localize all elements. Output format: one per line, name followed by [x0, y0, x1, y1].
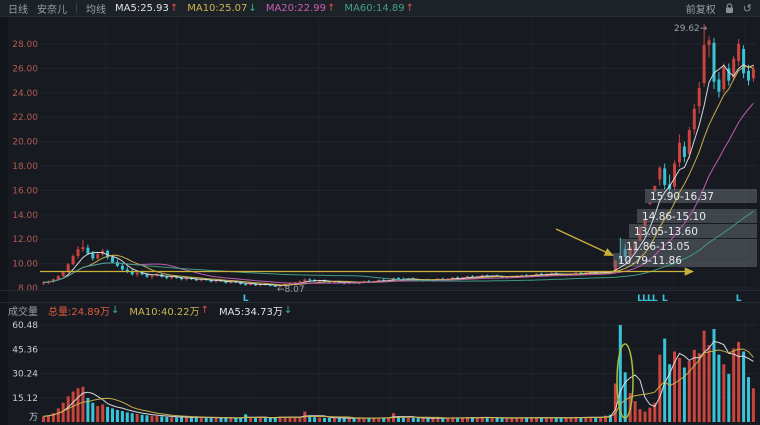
ma5-trend-arrow-icon: ↑ [169, 2, 179, 14]
toolbar-divider [76, 3, 77, 13]
svg-text:11.86-13.05: 11.86-13.05 [626, 241, 690, 253]
svg-text:22.00: 22.00 [12, 113, 38, 123]
undo-icon[interactable]: ↺ [743, 3, 752, 14]
svg-text:60.48: 60.48 [12, 321, 38, 331]
volume-header: 成交量 总量:24.89万 ↓ MA10:40.22万 ↑ MA5:34.73万 ↓ [0, 303, 760, 318]
ma60-trend-arrow-icon: ↑ [405, 2, 414, 14]
ma10-trend-arrow-icon: ↓ [248, 2, 257, 14]
svg-text:10.79-11.86: 10.79-11.86 [618, 255, 682, 267]
ma60-value: MA60:14.89 [344, 2, 405, 14]
svg-text:12.00: 12.00 [12, 235, 38, 245]
svg-text:15.90-16.37: 15.90-16.37 [650, 191, 714, 203]
volume-total-value: 总量:24.89万 [48, 306, 110, 318]
svg-text:24.00: 24.00 [12, 89, 38, 99]
svg-text:29.62→: 29.62→ [674, 24, 708, 34]
ma60-legend: MA60:14.89 ↑ [344, 3, 414, 14]
svg-text:16.00: 16.00 [12, 186, 38, 196]
volume-total-legend: 总量:24.89万 ↓ [48, 303, 119, 318]
kline-volume-chart[interactable]: 28.00 26.00 24.00 22.00 20.00 18.00 16.00 14.00… [0, 0, 760, 425]
chart-toolbar: 日线 安奈儿 均线 MA5:25.93 ↑ MA10:25.07 ↓ MA20:22… [0, 0, 760, 17]
volume-ma10-value: MA10:40.22万 [129, 306, 200, 318]
svg-text:←8.07: ←8.07 [277, 285, 305, 295]
ma-group-label: 均线 [86, 4, 106, 16]
svg-text:万: 万 [29, 413, 38, 423]
svg-text:20.00: 20.00 [12, 138, 38, 148]
svg-text:8.00: 8.00 [18, 284, 38, 294]
period-tab[interactable]: 日线 [8, 1, 28, 16]
svg-text:28.00: 28.00 [12, 40, 38, 50]
volume-ma5-legend: MA5:34.73万 ↓ [219, 303, 292, 318]
svg-text:30.24: 30.24 [12, 370, 38, 380]
ma5-value: MA5:25.93 [115, 2, 169, 14]
volume-ma5-arrow-icon: ↓ [283, 304, 293, 316]
volume-ma5-value: MA5:34.73万 [218, 306, 283, 318]
svg-text:14.86-15.10: 14.86-15.10 [642, 211, 706, 223]
ma5-legend: MA5:25.93 ↑ [115, 3, 178, 14]
lock-icon[interactable] [725, 2, 734, 14]
adjust-mode-button[interactable]: 前复权 [686, 1, 716, 16]
volume-ma10-legend: MA10:40.22万 ↑ [129, 303, 209, 318]
ma20-legend: MA20:22.99 ↑ [266, 3, 336, 14]
ma10-value: MA10:25.07 [187, 2, 248, 14]
svg-text:26.00: 26.00 [12, 64, 38, 74]
ma20-trend-arrow-icon: ↑ [327, 2, 336, 14]
volume-pane-title: 成交量 [8, 306, 38, 318]
svg-text:45.36: 45.36 [12, 345, 38, 355]
ma10-legend: MA10:25.07 ↓ [187, 3, 257, 14]
svg-text:15.12: 15.12 [12, 394, 38, 404]
svg-text:18.00: 18.00 [12, 162, 38, 172]
svg-text:14.00: 14.00 [12, 211, 38, 221]
stock-name[interactable]: 安奈儿 [37, 1, 67, 16]
svg-text:10.00: 10.00 [12, 260, 38, 270]
svg-text:13.05-13.60: 13.05-13.60 [634, 226, 698, 238]
stock-chart-app: 28.00 26.00 24.00 22.00 20.00 18.00 16.00 14.00… [0, 0, 760, 425]
ma20-value: MA20:22.99 [265, 2, 327, 14]
volume-ma10-arrow-icon: ↑ [200, 304, 209, 316]
volume-total-arrow-icon: ↓ [111, 304, 120, 316]
